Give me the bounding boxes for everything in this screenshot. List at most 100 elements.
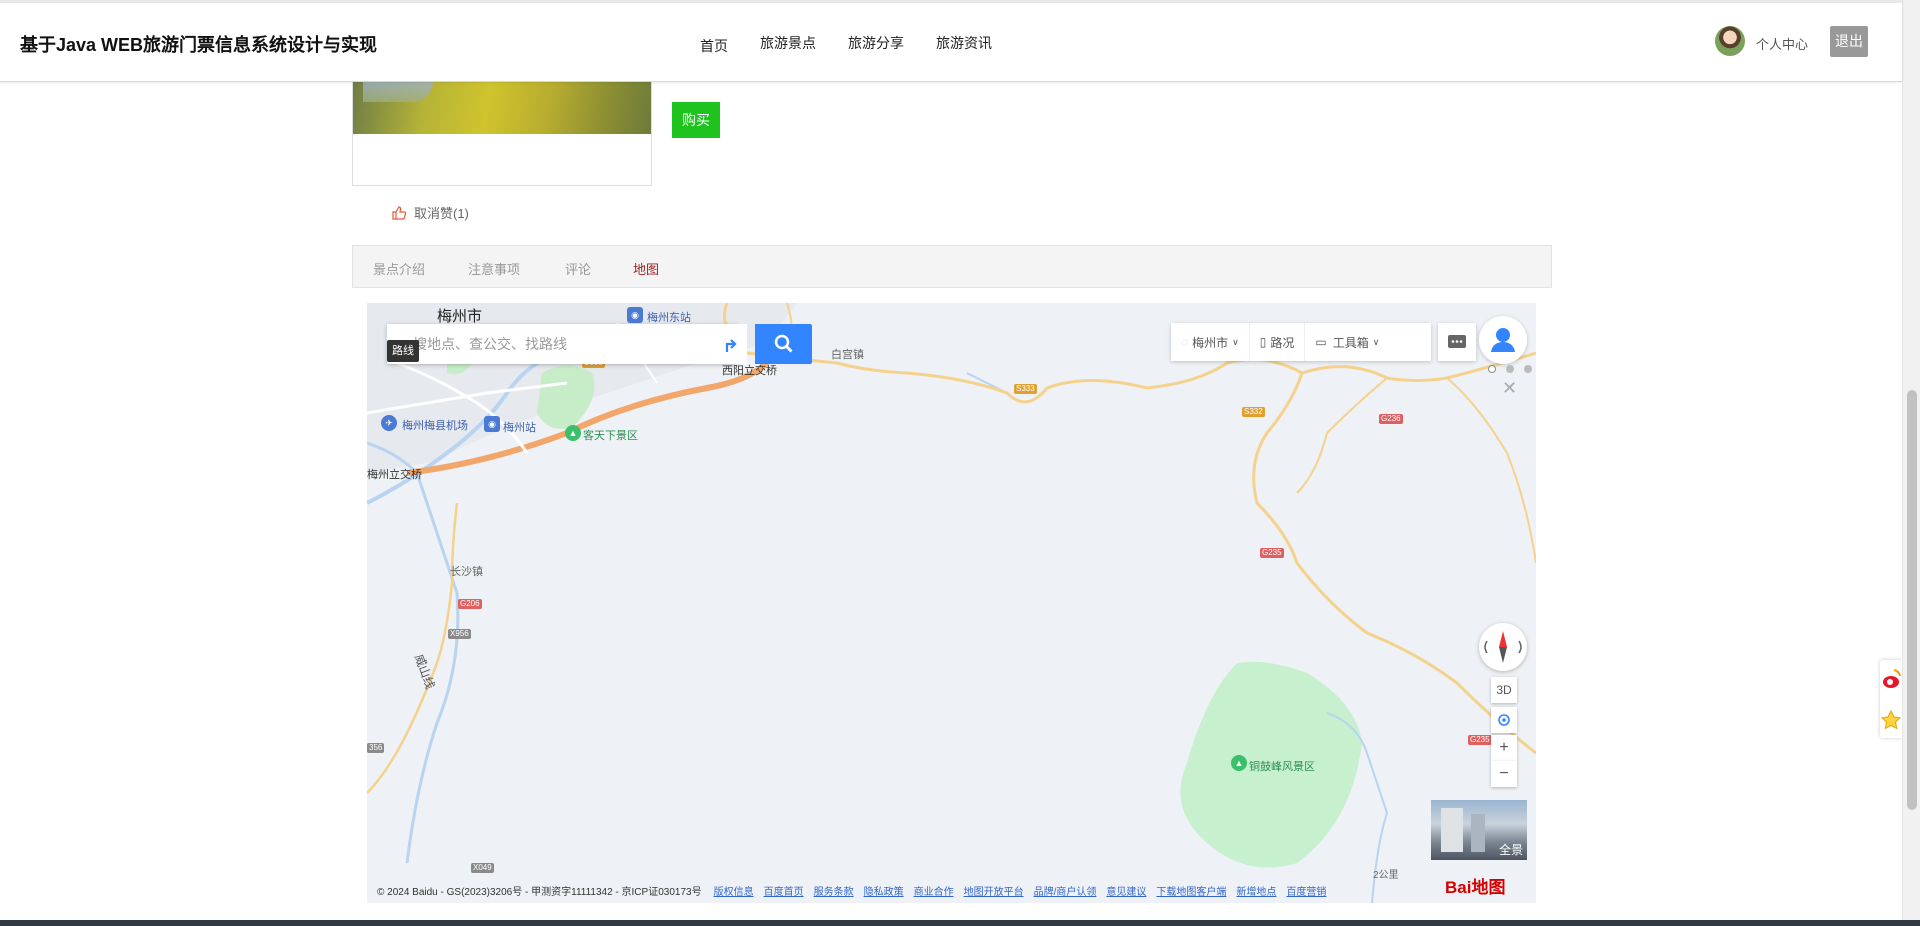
footer-link[interactable]: 版权信息 — [714, 883, 754, 898]
footer-link[interactable]: 意见建议 — [1106, 883, 1146, 898]
footer-link[interactable]: 百度营销 — [1286, 883, 1326, 898]
footer-link[interactable]: 百度首页 — [764, 883, 804, 898]
footer-link[interactable]: 新增地点 — [1236, 883, 1276, 898]
carousel-dot[interactable] — [1524, 365, 1532, 373]
compass-icon — [1484, 631, 1522, 663]
city-selector[interactable]: ◌ 梅州市 ∨ — [1171, 323, 1250, 361]
profile-link[interactable]: 个人中心 — [1756, 34, 1808, 53]
panorama-thumbnail[interactable]: 全景 — [1431, 800, 1527, 860]
map-user-button[interactable] — [1479, 316, 1527, 364]
map-toolbar: ◌ 梅州市 ∨ ▯ 路况 ▭ 工具箱 ∨ — [1171, 323, 1431, 361]
map-copyright: © 2024 Baidu - GS(2023)3206号 - 甲测资字11111… — [377, 887, 702, 898]
footer-link[interactable]: 下载地图客户端 — [1156, 883, 1226, 898]
map-label-airport: 梅州梅县机场 — [402, 420, 468, 432]
map-label-city: 梅州市 — [437, 308, 483, 325]
map-search-input[interactable] — [387, 324, 717, 364]
user-icon — [1491, 328, 1515, 352]
close-icon[interactable]: ✕ — [1502, 378, 1517, 399]
like-toggle[interactable]: 取消赞(1) — [392, 203, 469, 222]
page-scrollbar[interactable] — [1902, 0, 1920, 926]
chevron-down-icon: ∨ — [1372, 336, 1380, 347]
3d-button[interactable]: 3D — [1491, 677, 1517, 703]
chevron-down-icon: ∨ — [1232, 336, 1239, 347]
locate-icon — [1498, 714, 1510, 726]
taskbar-strip — [0, 920, 1920, 926]
nav-news[interactable]: 旅游资讯 — [936, 33, 992, 56]
toolbox-button[interactable]: ▭ 工具箱 ∨ — [1305, 323, 1389, 361]
airport-icon: ✈ — [381, 415, 397, 431]
traffic-button[interactable]: ▯ 路况 — [1250, 323, 1306, 361]
like-label: 取消赞(1) — [414, 206, 469, 221]
nav-home[interactable]: 首页 — [700, 36, 728, 56]
search-icon — [774, 334, 793, 353]
map-label-lijiao: 梅州立交桥 — [367, 469, 422, 481]
nav-sharing[interactable]: 旅游分享 — [848, 33, 904, 56]
map-search-box — [387, 324, 737, 364]
toolbox-label: 工具箱 — [1332, 335, 1369, 350]
scroll-thumb[interactable] — [1907, 390, 1917, 810]
user-area: 个人中心 退出 — [1602, 0, 1902, 82]
attraction-image — [353, 82, 651, 134]
site-title: 基于Java WEB旅游门票信息系统设计与实现 — [20, 35, 378, 55]
traffic-label: 路况 — [1270, 335, 1295, 350]
map-label-tonggu: 铜鼓峰风景区 — [1249, 761, 1315, 773]
road-shield-g236: G236 — [1379, 414, 1403, 424]
panorama-label: 全景 — [1498, 843, 1523, 857]
nav-attractions[interactable]: 旅游景点 — [760, 33, 816, 56]
message-button[interactable] — [1438, 323, 1476, 361]
road-shield-356: 356 — [367, 743, 385, 753]
road-shield-x956: X956 — [448, 629, 471, 639]
map-roads — [367, 303, 1536, 903]
road-shield-g206: G206 — [458, 599, 482, 609]
avatar[interactable] — [1715, 26, 1745, 56]
tab-notes[interactable]: 注意事项 — [468, 259, 520, 278]
map-label-changsha: 长沙镇 — [450, 566, 483, 578]
zoom-in-button[interactable]: + — [1491, 735, 1517, 761]
route-arrow-icon — [725, 339, 737, 352]
carousel-dot[interactable] — [1506, 365, 1514, 373]
road-shield-s333: S333 — [1014, 384, 1037, 394]
traffic-light-icon: ▯ — [1259, 335, 1267, 349]
share-widget — [1880, 660, 1902, 738]
route-button[interactable] — [717, 324, 747, 364]
tab-comments[interactable]: 评论 — [565, 259, 591, 278]
map-search-button[interactable] — [755, 324, 812, 364]
tab-intro[interactable]: 景点介绍 — [373, 259, 425, 278]
footer-link[interactable]: 隐私政策 — [864, 883, 904, 898]
route-tooltip: 路线 — [387, 340, 419, 362]
compass-control[interactable] — [1479, 623, 1527, 671]
baidu-map[interactable]: 梅州市 ◉ 梅州东站 西阳立交桥 白宫镇 ✈ 梅州梅县机场 ◉ 梅州站 ▲ 客天… — [367, 303, 1536, 903]
product-card — [352, 82, 652, 186]
footer-link[interactable]: 地图开放平台 — [964, 883, 1024, 898]
footer-link[interactable]: 服务条款 — [814, 883, 854, 898]
scenic-icon: ▲ — [565, 425, 581, 441]
favorite-star-icon[interactable] — [1880, 705, 1902, 741]
carousel-dots — [1488, 365, 1532, 373]
train-station-icon: ◉ — [627, 307, 643, 323]
building-shape — [1471, 814, 1485, 852]
map-label-kejia: 客天下景区 — [583, 430, 638, 442]
road-shield-g235: G235 — [1260, 548, 1284, 558]
footer-link[interactable]: 商业合作 — [914, 883, 954, 898]
locate-button[interactable] — [1491, 707, 1517, 733]
toolbox-icon: ▭ — [1315, 335, 1327, 349]
road-shield-g235b: G235 — [1468, 735, 1492, 745]
baidu-map-logo[interactable]: Bai地图 — [1445, 873, 1505, 898]
map-label-station: 梅州站 — [503, 422, 536, 434]
logout-button[interactable]: 退出 — [1830, 26, 1868, 57]
carousel-dot[interactable] — [1488, 365, 1496, 373]
main-nav: 首页 旅游景点 旅游分享 旅游资讯 — [700, 33, 1024, 56]
tab-map[interactable]: 地图 — [633, 259, 659, 278]
weibo-icon[interactable] — [1880, 660, 1902, 700]
road-shield-s332: S332 — [1242, 407, 1265, 417]
city-icon: ◌ — [1181, 335, 1189, 349]
map-label-east-station: 梅州东站 — [647, 312, 691, 324]
zoom-out-button[interactable]: − — [1491, 761, 1517, 787]
buy-button[interactable]: 购买 — [672, 102, 720, 138]
map-footer-links: 版权信息 百度首页 服务条款 隐私政策 商业合作 地图开放平台 品牌/商户认领 … — [714, 883, 1327, 898]
thumbs-up-icon — [392, 205, 406, 220]
map-label-xiyang: 西阳立交桥 — [722, 365, 777, 377]
detail-tabs: 景点介绍 注意事项 评论 地图 — [352, 245, 1552, 288]
footer-link[interactable]: 品牌/商户认领 — [1034, 883, 1097, 898]
map-footer: © 2024 Baidu - GS(2023)3206号 - 甲测资字11111… — [367, 878, 1536, 903]
